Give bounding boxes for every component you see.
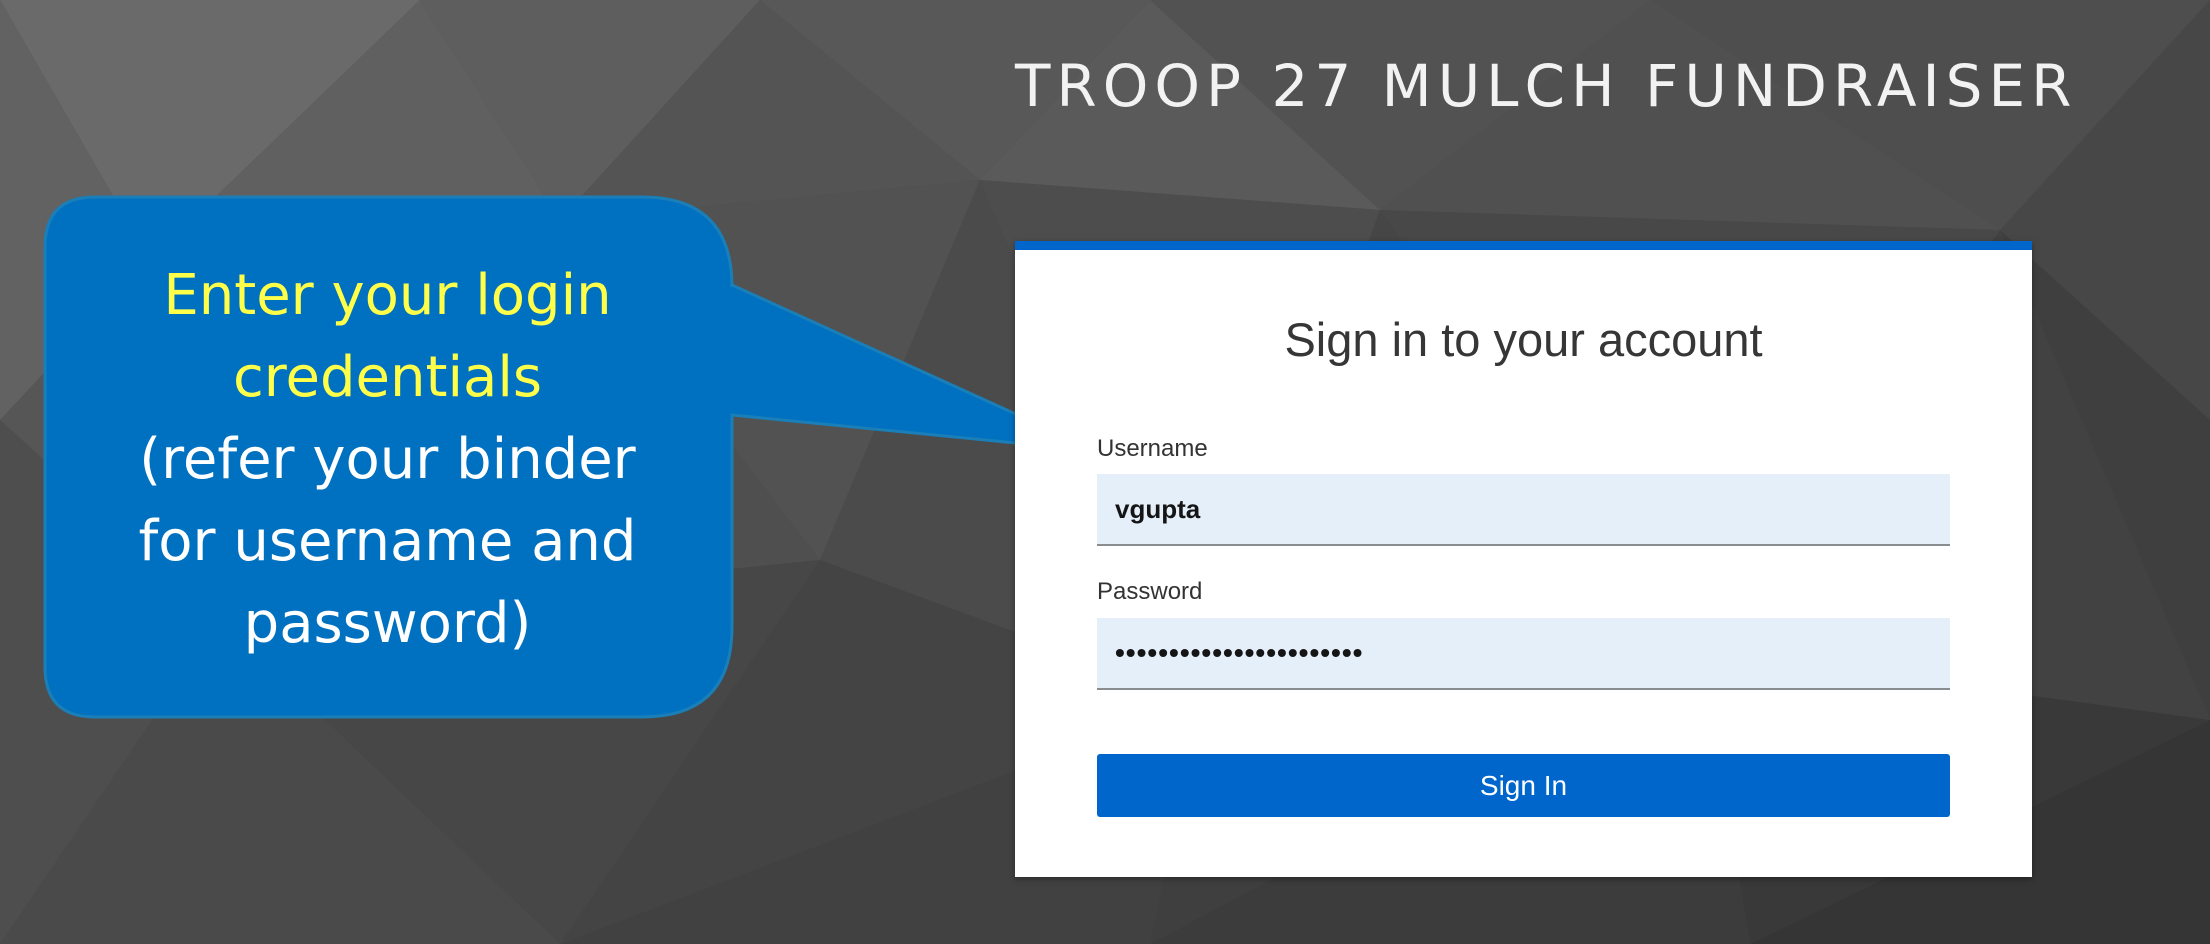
login-card: Sign in to your account Username Passwor…: [1015, 241, 2032, 877]
username-label: Username: [1097, 435, 1208, 462]
app-title: TROOP 27 MULCH FUNDRAISER: [1015, 52, 2078, 120]
callout-text: Enter your login credentials (refer your…: [45, 255, 730, 665]
callout-line-4: for username and: [138, 509, 637, 574]
password-label: Password: [1097, 578, 1203, 605]
password-input[interactable]: [1097, 618, 1950, 690]
callout-line-3: (refer your binder: [139, 427, 636, 492]
callout-line-1: Enter your login: [163, 263, 612, 328]
callout-line-2: credentials: [232, 345, 543, 410]
username-input[interactable]: [1097, 474, 1950, 546]
login-heading: Sign in to your account: [1284, 313, 1763, 366]
callout-line-5: password): [243, 591, 532, 656]
sign-in-button[interactable]: Sign In: [1097, 754, 1950, 817]
